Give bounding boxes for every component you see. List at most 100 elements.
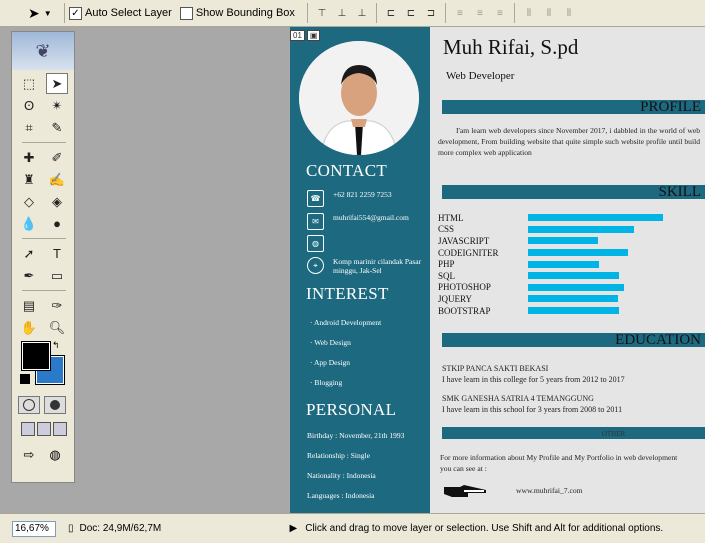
skill-name: SQL — [438, 270, 456, 281]
contact-email-text: muhrifai554@gmail.com — [333, 213, 409, 222]
education-school: SMK GANESHA SATRIA 4 TEMANGGUNG — [442, 394, 594, 403]
eyedropper-icon[interactable]: ✑ — [46, 295, 68, 316]
skill-name: PHP — [438, 259, 455, 270]
interest-list: · Android Development · Web Design · App… — [310, 313, 381, 393]
move-tool-preset-picker[interactable]: ➤ ▼ — [0, 1, 60, 25]
align-bottom-edges-icon[interactable]: ⊥ — [354, 5, 370, 21]
checkbox-box: ✓ — [69, 6, 82, 20]
zoom-level-field[interactable]: 16,67% — [12, 520, 56, 537]
other-heading: OTHER — [442, 427, 705, 439]
magic-wand-icon[interactable]: ✴ — [46, 95, 68, 116]
skill-bar — [528, 214, 663, 222]
foreground-color-swatch[interactable] — [21, 341, 51, 371]
options-bar: ➤ ▼ ✓ Auto Select Layer Show Bounding Box… — [0, 0, 705, 27]
contact-phone: ☎ +62 821 2259 7253 — [307, 190, 427, 207]
divider — [22, 142, 66, 143]
eraser-tool-icon[interactable]: ◇ — [18, 191, 40, 212]
mail-icon: ✉ — [307, 213, 324, 230]
list-item: Nationality : Indonesia — [307, 471, 376, 480]
distribute-bottom-icon[interactable]: ≡ — [492, 5, 508, 21]
standard-mode-button[interactable] — [18, 396, 40, 414]
cv-role: Web Developer — [446, 70, 515, 82]
contact-phone-text: +62 821 2259 7253 — [333, 190, 392, 199]
divider — [306, 3, 308, 23]
status-menu-arrow-icon[interactable]: ▶ — [290, 523, 298, 534]
skill-list: HTML CSS JAVASCRIPT CODEIGNITER PHP SQL PHOTOS… — [438, 212, 663, 316]
skill-name: CSS — [438, 224, 455, 235]
brush-tool-icon[interactable]: ✐ — [46, 147, 68, 168]
divider — [64, 3, 65, 23]
swap-colors-icon[interactable]: ↰ — [52, 340, 60, 351]
quick-mask-button[interactable] — [44, 396, 66, 414]
globe-icon[interactable]: ◍ — [44, 446, 66, 464]
document-size: Doc: 24,9M/62,7M — [79, 523, 162, 534]
pen-tool-icon[interactable]: ✒ — [18, 265, 40, 286]
interest-heading: INTEREST — [306, 284, 389, 303]
align-left-edges-icon[interactable]: ⊏ — [383, 5, 399, 21]
screen-mode-full-icon[interactable] — [53, 422, 67, 436]
contact-email: ✉ muhrifai554@gmail.com — [307, 213, 427, 230]
zoom-tool-icon[interactable]: 🔍︎ — [46, 317, 68, 338]
list-item: · Blogging — [310, 378, 343, 387]
skill-row: PHP — [438, 258, 663, 270]
personal-list: Birthday : November, 21th 1993 Relations… — [307, 426, 404, 506]
paint-bucket-icon[interactable]: ◈ — [46, 191, 68, 212]
education-item: SMK GANESHA SATRIA 4 TEMANGGUNG I have l… — [442, 393, 622, 415]
contact-address: ⌖ Komp marinir cilandak Pasar minggu, Ja… — [307, 257, 427, 275]
distribute-hcenter-icon[interactable]: ⫴ — [541, 5, 557, 21]
contact-heading: CONTACT — [306, 161, 388, 180]
crop-tool-icon[interactable]: ⌗ — [18, 117, 40, 138]
skill-bar — [528, 307, 619, 315]
other-url: www.muhrifai_7.com — [516, 486, 583, 495]
imageready-jump-icon[interactable]: ⇨ — [18, 446, 40, 464]
history-brush-icon[interactable]: ✍ — [46, 169, 68, 190]
distribute-top-icon[interactable]: ≡ — [452, 5, 468, 21]
distribute-right-icon[interactable]: ⫴ — [561, 5, 577, 21]
move-tool-icon: ➤ — [28, 4, 40, 21]
list-item: Languages : Indonesia — [307, 491, 375, 500]
pointing-hand-icon — [444, 485, 486, 497]
divider — [444, 3, 446, 23]
auto-select-layer-checkbox[interactable]: ✓ Auto Select Layer — [69, 6, 172, 20]
document-info-icon[interactable]: ▯ — [68, 523, 74, 534]
align-right-edges-icon[interactable]: ⊐ — [423, 5, 439, 21]
align-top-edges-icon[interactable]: ⊤ — [314, 5, 330, 21]
skill-row: JQUERY — [438, 293, 663, 305]
dodge-tool-icon[interactable]: ● — [46, 213, 68, 234]
chevron-down-icon: ▼ — [43, 8, 52, 18]
skill-bar — [528, 260, 599, 268]
list-item: · App Design — [310, 358, 351, 367]
skill-name: BOOTSTRAP — [438, 305, 491, 316]
clone-stamp-icon[interactable]: ♜ — [18, 169, 40, 190]
skill-heading: SKILL — [442, 185, 705, 200]
skill-bar — [528, 249, 628, 257]
shape-tool-icon[interactable]: ▭ — [46, 265, 68, 286]
education-detail: I have learn in this college for 5 years… — [442, 375, 625, 384]
skill-row: JAVASCRIPT — [438, 235, 663, 247]
cv-name: Muh Rifai, S.pd — [443, 35, 579, 59]
align-vertical-centers-icon[interactable]: ⊥ — [334, 5, 350, 21]
marquee-tool-icon[interactable]: ⬚ — [18, 73, 40, 94]
move-tool-icon[interactable]: ➤ — [46, 73, 68, 94]
show-bounding-box-checkbox[interactable]: Show Bounding Box — [179, 6, 295, 20]
divider — [513, 3, 515, 23]
lasso-tool-icon[interactable]: ʘ — [18, 95, 40, 116]
healing-brush-icon[interactable]: ✚ — [18, 147, 40, 168]
distribute-center-icon[interactable]: ≡ — [472, 5, 488, 21]
align-horizontal-centers-icon[interactable]: ⊏ — [403, 5, 419, 21]
document-canvas[interactable]: 01 ▣ CONTACT ☎ +62 821 2259 7253 ✉ muhri… — [290, 27, 705, 513]
path-selection-icon[interactable]: ➚ — [18, 243, 40, 264]
slice-tool-icon[interactable]: ✎ — [46, 117, 68, 138]
hand-tool-icon[interactable]: ✋ — [18, 317, 40, 338]
education-school: STKIP PANCA SAKTI BEKASI — [442, 364, 549, 373]
screen-mode-standard-icon[interactable] — [21, 422, 35, 436]
distribute-left-icon[interactable]: ⫴ — [521, 5, 537, 21]
type-tool-icon[interactable]: T — [46, 243, 68, 264]
photoshop-feather-logo[interactable]: ❦ — [12, 32, 74, 70]
screen-mode-menubar-icon[interactable] — [37, 422, 51, 436]
notes-tool-icon[interactable]: ▤ — [18, 295, 40, 316]
contact-web: ◍ — [307, 235, 427, 252]
default-colors-icon[interactable] — [20, 374, 30, 384]
status-hint: Click and drag to move layer or selectio… — [305, 523, 664, 534]
blur-tool-icon[interactable]: 💧 — [18, 213, 40, 234]
